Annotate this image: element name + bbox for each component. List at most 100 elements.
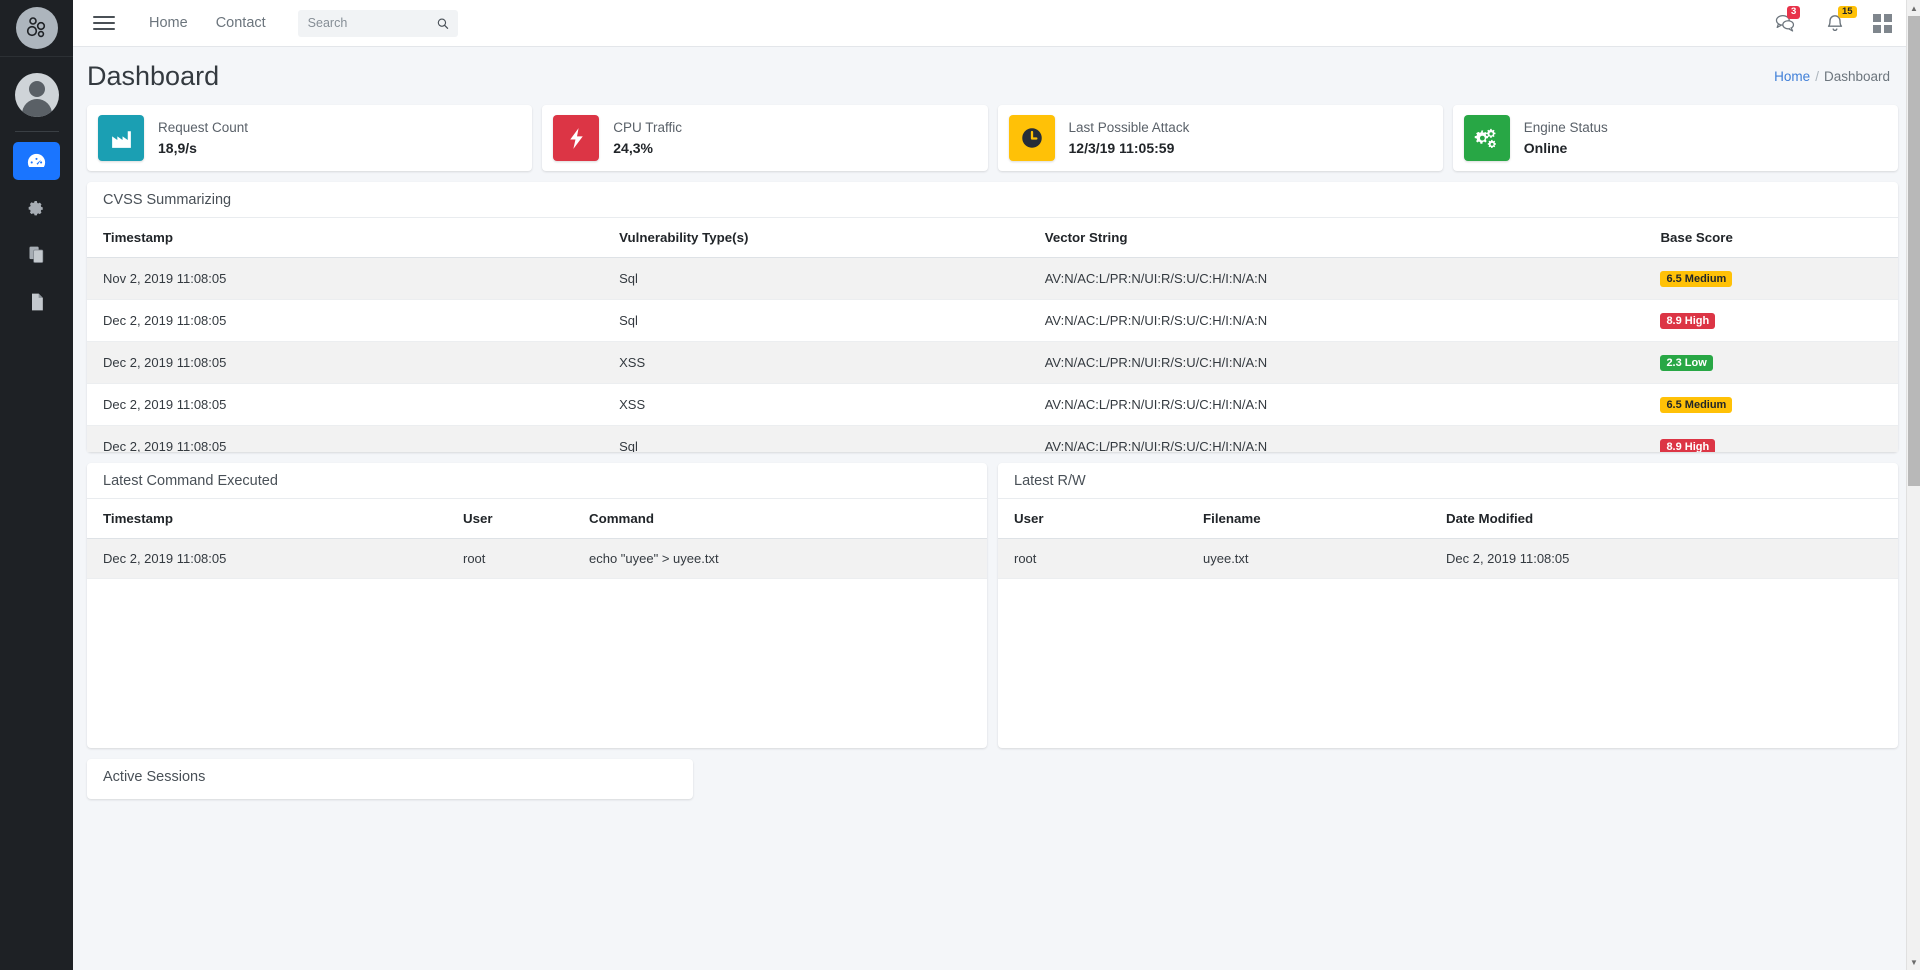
cvss-cell-timestamp: Dec 2, 2019 11:08:05 (87, 425, 604, 452)
cvss-header-row: Timestamp Vulnerability Type(s) Vector S… (87, 218, 1898, 258)
lc-cell-command: echo "uyee" > uyee.txt (573, 538, 987, 579)
stat-label: Request Count (158, 120, 249, 136)
cvss-col-vector[interactable]: Vector String (1028, 218, 1645, 258)
stat-card-last-possible-attack[interactable]: Last Possible Attack 12/3/19 11:05:59 (997, 105, 1443, 171)
brand-logo-container[interactable] (0, 0, 73, 57)
notifications-badge: 15 (1838, 5, 1857, 19)
sidebar-item-files[interactable] (13, 236, 60, 274)
cvss-cell-timestamp: Nov 2, 2019 11:08:05 (87, 258, 604, 300)
table-row[interactable]: Dec 2, 2019 11:08:05 Sql AV:N/AC:L/PR:N/… (87, 425, 1898, 452)
breadcrumb-separator: / (1815, 68, 1819, 84)
rw-cell-user: root (998, 538, 1187, 579)
stat-label: CPU Traffic (613, 120, 683, 136)
cvss-panel: CVSS Summarizing Timestamp Vulnerability… (87, 182, 1898, 452)
hamburger-bar (93, 16, 115, 18)
factory-icon-tile (98, 115, 144, 161)
scroll-up-arrow[interactable]: ▲ (1907, 0, 1920, 16)
lc-col-command[interactable]: Command (573, 499, 987, 539)
sidebar-item-dashboard[interactable] (13, 142, 60, 180)
cvss-cell-vector: AV:N/AC:L/PR:N/UI:R/S:U/C:H/I:N/A:N (1028, 299, 1645, 342)
cvss-col-timestamp[interactable]: Timestamp (87, 218, 604, 258)
table-row[interactable]: Dec 2, 2019 11:08:05 XSS AV:N/AC:L/PR:N/… (87, 383, 1898, 426)
hamburger-bar (93, 22, 115, 24)
cvss-cell-score: 6.5 Medium (1644, 383, 1898, 426)
stat-card-cpu-traffic[interactable]: CPU Traffic 24,3% (542, 105, 988, 171)
stat-value: 12/3/19 11:05:59 (1068, 139, 1175, 156)
rw-col-user[interactable]: User (998, 499, 1187, 539)
page-scrollbar-thumb[interactable] (1908, 16, 1920, 486)
table-row[interactable]: Dec 2, 2019 11:08:05 root echo "uyee" > … (87, 538, 987, 579)
notifications-button[interactable]: 15 (1825, 5, 1857, 34)
stat-text: Engine Status Online (1524, 118, 1608, 158)
search-icon[interactable] (436, 16, 450, 31)
status-badge: 2.3 Low (1660, 355, 1713, 371)
cvss-col-type[interactable]: Vulnerability Type(s) (603, 218, 1029, 258)
latest-rw-title: Latest R/W (998, 463, 1898, 499)
messages-button[interactable]: 3 (1774, 6, 1801, 33)
sidebar-item-document[interactable] (13, 283, 60, 321)
table-row[interactable]: root uyee.txt Dec 2, 2019 11:08:05 (998, 538, 1898, 579)
breadcrumb-home-link[interactable]: Home (1774, 69, 1810, 84)
table-row[interactable]: Dec 2, 2019 11:08:05 Sql AV:N/AC:L/PR:N/… (87, 299, 1898, 342)
cvss-cell-vector: AV:N/AC:L/PR:N/UI:R/S:U/C:H/I:N/A:N (1028, 425, 1645, 452)
nav-link-contact[interactable]: Contact (216, 15, 266, 31)
stat-card-request-count[interactable]: Request Count 18,9/s (87, 105, 533, 171)
molecule-logo-icon[interactable] (15, 7, 58, 49)
search-box[interactable] (297, 9, 458, 37)
status-badge: 6.5 Medium (1660, 397, 1733, 413)
document-icon (31, 293, 43, 311)
bottom-panels-row: Latest Command Executed Timestamp User C… (87, 463, 1898, 748)
cvss-cell-type: Sql (603, 258, 1029, 300)
page-scrollbar[interactable]: ▲ ▼ (1906, 0, 1920, 970)
cvss-cell-score: 8.9 High (1644, 299, 1898, 342)
navbar-right-icons: 3 15 (1774, 5, 1906, 34)
rw-col-filename[interactable]: Filename (1187, 499, 1430, 539)
stat-value: 24,3% (613, 139, 653, 156)
sidebar (0, 0, 73, 970)
latest-command-table: Timestamp User Command Dec 2, 2019 11:08… (87, 499, 987, 579)
stat-cards-row: Request Count 18,9/s CPU Traffic 24,3% L… (87, 105, 1898, 171)
apps-button[interactable] (1873, 13, 1892, 33)
cvss-cell-type: XSS (603, 341, 1029, 384)
page-header: Dashboard Home / Dashboard (87, 47, 1898, 105)
avatar-image (14, 73, 59, 117)
lc-col-user[interactable]: User (447, 499, 573, 539)
molecule-logo-glyph (26, 17, 45, 38)
lc-cell-timestamp: Dec 2, 2019 11:08:05 (87, 538, 447, 579)
cvss-cell-vector: AV:N/AC:L/PR:N/UI:R/S:U/C:H/I:N/A:N (1028, 383, 1645, 426)
stat-label: Last Possible Attack (1068, 120, 1190, 136)
factory-icon (111, 130, 131, 148)
cvss-cell-type: Sql (603, 425, 1029, 452)
cvss-cell-score: 6.5 Medium (1644, 258, 1898, 300)
cvss-cell-vector: AV:N/AC:L/PR:N/UI:R/S:U/C:H/I:N/A:N (1028, 341, 1645, 384)
table-row[interactable]: Dec 2, 2019 11:08:05 XSS AV:N/AC:L/PR:N/… (87, 341, 1898, 384)
clock-icon (1021, 128, 1042, 148)
stat-card-engine-status[interactable]: Engine Status Online (1452, 105, 1898, 171)
page-title: Dashboard (87, 60, 220, 91)
status-badge: 8.9 High (1660, 439, 1716, 452)
cvss-col-score[interactable]: Base Score (1644, 218, 1898, 258)
main-area: Home Contact 3 (73, 0, 1920, 970)
hamburger-menu-icon[interactable] (93, 16, 115, 30)
clock-icon-tile (1008, 115, 1055, 161)
copy-files-icon (29, 246, 43, 263)
sidebar-divider (14, 131, 59, 132)
lc-col-timestamp[interactable]: Timestamp (87, 499, 447, 539)
cvss-scroll-area[interactable]: Nov 2, 2019 11:08:05 Sql AV:N/AC:L/PR:N/… (87, 258, 1898, 452)
status-badge: 6.5 Medium (1660, 271, 1733, 287)
cvss-cell-type: Sql (603, 299, 1029, 342)
breadcrumb-current: Dashboard (1823, 68, 1890, 84)
nav-link-home[interactable]: Home (149, 15, 188, 31)
cvss-cell-timestamp: Dec 2, 2019 11:08:05 (87, 383, 604, 426)
cvss-cell-score: 2.3 Low (1644, 341, 1898, 384)
search-input[interactable] (307, 16, 437, 30)
user-avatar[interactable] (14, 73, 59, 117)
latest-command-title: Latest Command Executed (87, 463, 987, 499)
rw-cell-modified: Dec 2, 2019 11:08:05 (1430, 538, 1898, 579)
sidebar-item-settings[interactable] (13, 189, 60, 227)
cvss-panel-title: CVSS Summarizing (87, 182, 1898, 218)
table-row[interactable]: Nov 2, 2019 11:08:05 Sql AV:N/AC:L/PR:N/… (87, 258, 1898, 300)
cvss-cell-vector: AV:N/AC:L/PR:N/UI:R/S:U/C:H/I:N/A:N (1028, 258, 1645, 300)
rw-col-modified[interactable]: Date Modified (1430, 499, 1898, 539)
scroll-down-arrow[interactable]: ▼ (1907, 954, 1920, 970)
